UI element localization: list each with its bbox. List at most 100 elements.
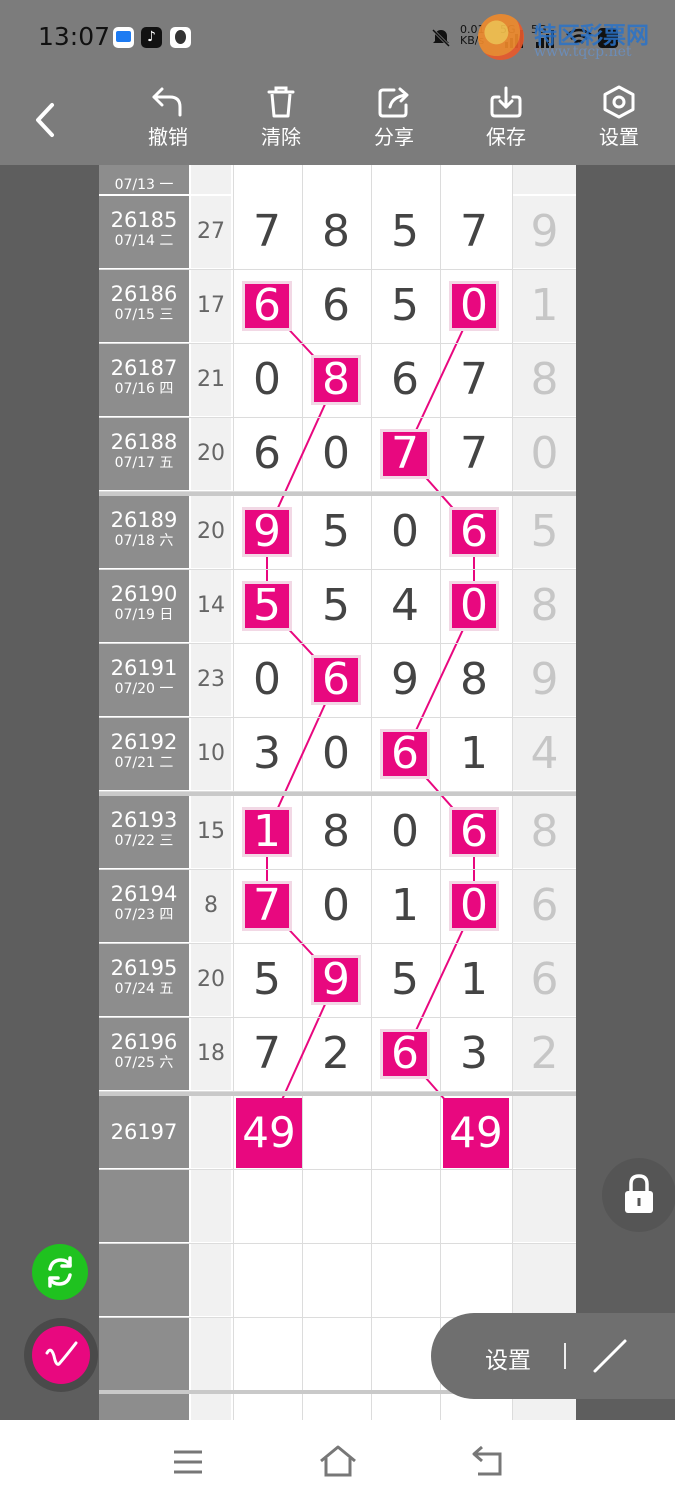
digit-cell[interactable]: 1: [234, 165, 300, 180]
highlighted-digit-cell[interactable]: 6: [441, 796, 507, 868]
pen-button[interactable]: [24, 1318, 98, 1392]
issue-number: 26190: [110, 582, 178, 606]
highlighted-digit-cell[interactable]: 8: [303, 344, 369, 416]
digit-cell[interactable]: 5: [372, 270, 438, 342]
highlighted-digit-cell[interactable]: 0: [441, 870, 507, 942]
digit-cell[interactable]: 5: [372, 196, 438, 268]
refresh-button[interactable]: [32, 1244, 88, 1300]
digit-cell[interactable]: 2: [303, 1018, 369, 1090]
sum-cell: [191, 1096, 231, 1168]
issue-number: 26194: [110, 882, 178, 906]
issue-date: 07/23 四: [114, 907, 174, 923]
issue-cell: 26195 07/24 五: [99, 944, 189, 1016]
highlighted-digit-cell[interactable]: 0: [441, 570, 507, 642]
highlighted-digit-cell[interactable]: 6: [234, 270, 300, 342]
clear-button[interactable]: 清除: [246, 85, 316, 160]
digit-cell[interactable]: 9: [372, 644, 438, 716]
extra-cell: 8: [513, 796, 576, 868]
digit-cell[interactable]: 8: [303, 196, 369, 268]
highlighted-digit-cell[interactable]: 9: [234, 496, 300, 568]
highlighted-digit-cell[interactable]: 9: [303, 944, 369, 1016]
issue-cell: [99, 1170, 189, 1242]
highlight-digit: 0: [449, 881, 499, 931]
digit-cell[interactable]: 3: [441, 1018, 507, 1090]
extra-cell: 8: [513, 165, 576, 194]
highlight-digit: 6: [449, 507, 499, 557]
highlight-digit: 6: [380, 1029, 430, 1079]
extra-cell: 4: [513, 718, 576, 790]
sum-cell: 18: [191, 1018, 231, 1090]
issue-date: 07/13 一: [114, 177, 174, 193]
digit-cell[interactable]: 5: [303, 496, 369, 568]
home-icon[interactable]: [318, 1444, 358, 1478]
save-button[interactable]: 保存: [471, 85, 541, 160]
share-icon: [378, 87, 409, 118]
digit-cell[interactable]: 0: [234, 644, 300, 716]
digit-cell[interactable]: 5: [234, 944, 300, 1016]
highlight-digit: 8: [311, 355, 361, 405]
back-icon[interactable]: [470, 1444, 506, 1478]
issue-date: 07/19 日: [114, 607, 174, 623]
highlighted-digit-cell[interactable]: 7: [372, 418, 438, 490]
sum-cell: 27: [191, 196, 231, 268]
digit-cell[interactable]: 0: [303, 718, 369, 790]
highlighted-digit-cell[interactable]: 6: [441, 496, 507, 568]
share-button[interactable]: 分享: [359, 85, 429, 160]
highlighted-digit-cell[interactable]: 7: [234, 870, 300, 942]
issue-cell: [99, 1392, 189, 1420]
table-row: 26192 07/21 二 10 3 0 6 1 4: [99, 718, 576, 792]
digit-cell[interactable]: 5: [372, 944, 438, 1016]
digit-cell[interactable]: 6: [234, 418, 300, 490]
digit-cell[interactable]: 5: [303, 570, 369, 642]
digit-cell[interactable]: 0: [303, 870, 369, 942]
prediction-cell[interactable]: 49: [236, 1098, 302, 1168]
digit-cell[interactable]: 1: [372, 870, 438, 942]
lottery-trend-table[interactable]: 07/13 一142482618507/14 二27785792618607/1…: [99, 165, 576, 1420]
digit-cell[interactable]: 8: [441, 644, 507, 716]
digit-cell[interactable]: 2: [372, 165, 438, 180]
digit-cell[interactable]: 4: [303, 165, 369, 180]
digit-cell[interactable]: 8: [303, 796, 369, 868]
toolbar: 撤销 清除 分享 保存 设置: [0, 75, 675, 165]
extra-cell: [513, 1244, 576, 1316]
watermark-logo: [478, 14, 524, 60]
highlighted-digit-cell[interactable]: 0: [441, 270, 507, 342]
digit-cell[interactable]: 0: [372, 796, 438, 868]
digit-cell[interactable]: 1: [441, 718, 507, 790]
highlighted-digit-cell[interactable]: 5: [234, 570, 300, 642]
avatar-icon: [170, 27, 191, 48]
digit-cell[interactable]: 6: [303, 270, 369, 342]
issue-cell: 26187 07/16 四: [99, 344, 189, 416]
table-row: 26187 07/16 四 21 0 8 6 7 8: [99, 344, 576, 418]
highlighted-digit-cell[interactable]: 6: [303, 644, 369, 716]
digit-cell[interactable]: 4: [441, 165, 507, 180]
digit-cell[interactable]: 0: [234, 344, 300, 416]
highlighted-digit-cell[interactable]: 1: [234, 796, 300, 868]
digit-cell[interactable]: 1: [441, 944, 507, 1016]
digit-cell[interactable]: 6: [372, 344, 438, 416]
digit-cell[interactable]: 7: [234, 1018, 300, 1090]
digit-cell[interactable]: 0: [303, 418, 369, 490]
digit-cell[interactable]: 7: [441, 344, 507, 416]
highlighted-digit-cell[interactable]: 6: [372, 718, 438, 790]
menu-icon[interactable]: [172, 1449, 204, 1475]
digit-cell[interactable]: 7: [441, 418, 507, 490]
line-tool-icon[interactable]: [591, 1337, 629, 1375]
digit-cell[interactable]: 3: [234, 718, 300, 790]
digit-cell[interactable]: 0: [372, 496, 438, 568]
lock-button[interactable]: [602, 1158, 675, 1232]
undo-button[interactable]: 撤销: [133, 85, 203, 160]
pill-settings-label[interactable]: 设置: [485, 1341, 531, 1375]
digit-cell[interactable]: 4: [372, 570, 438, 642]
back-chevron-icon[interactable]: [28, 97, 64, 143]
settings-button[interactable]: 设置: [584, 85, 654, 160]
prediction-cell[interactable]: 49: [443, 1098, 509, 1168]
tool-settings-pill[interactable]: 设置: [431, 1313, 675, 1399]
digit-cell[interactable]: 7: [234, 196, 300, 268]
hexagon-settings-icon: [603, 85, 635, 119]
digit-cell[interactable]: 7: [441, 196, 507, 268]
extra-cell: 6: [513, 944, 576, 1016]
table-row: 26188 07/17 五 20 6 0 7 7 0: [99, 418, 576, 492]
table-row: 26190 07/19 日 14 5 5 4 0 8: [99, 570, 576, 644]
highlighted-digit-cell[interactable]: 6: [372, 1018, 438, 1090]
